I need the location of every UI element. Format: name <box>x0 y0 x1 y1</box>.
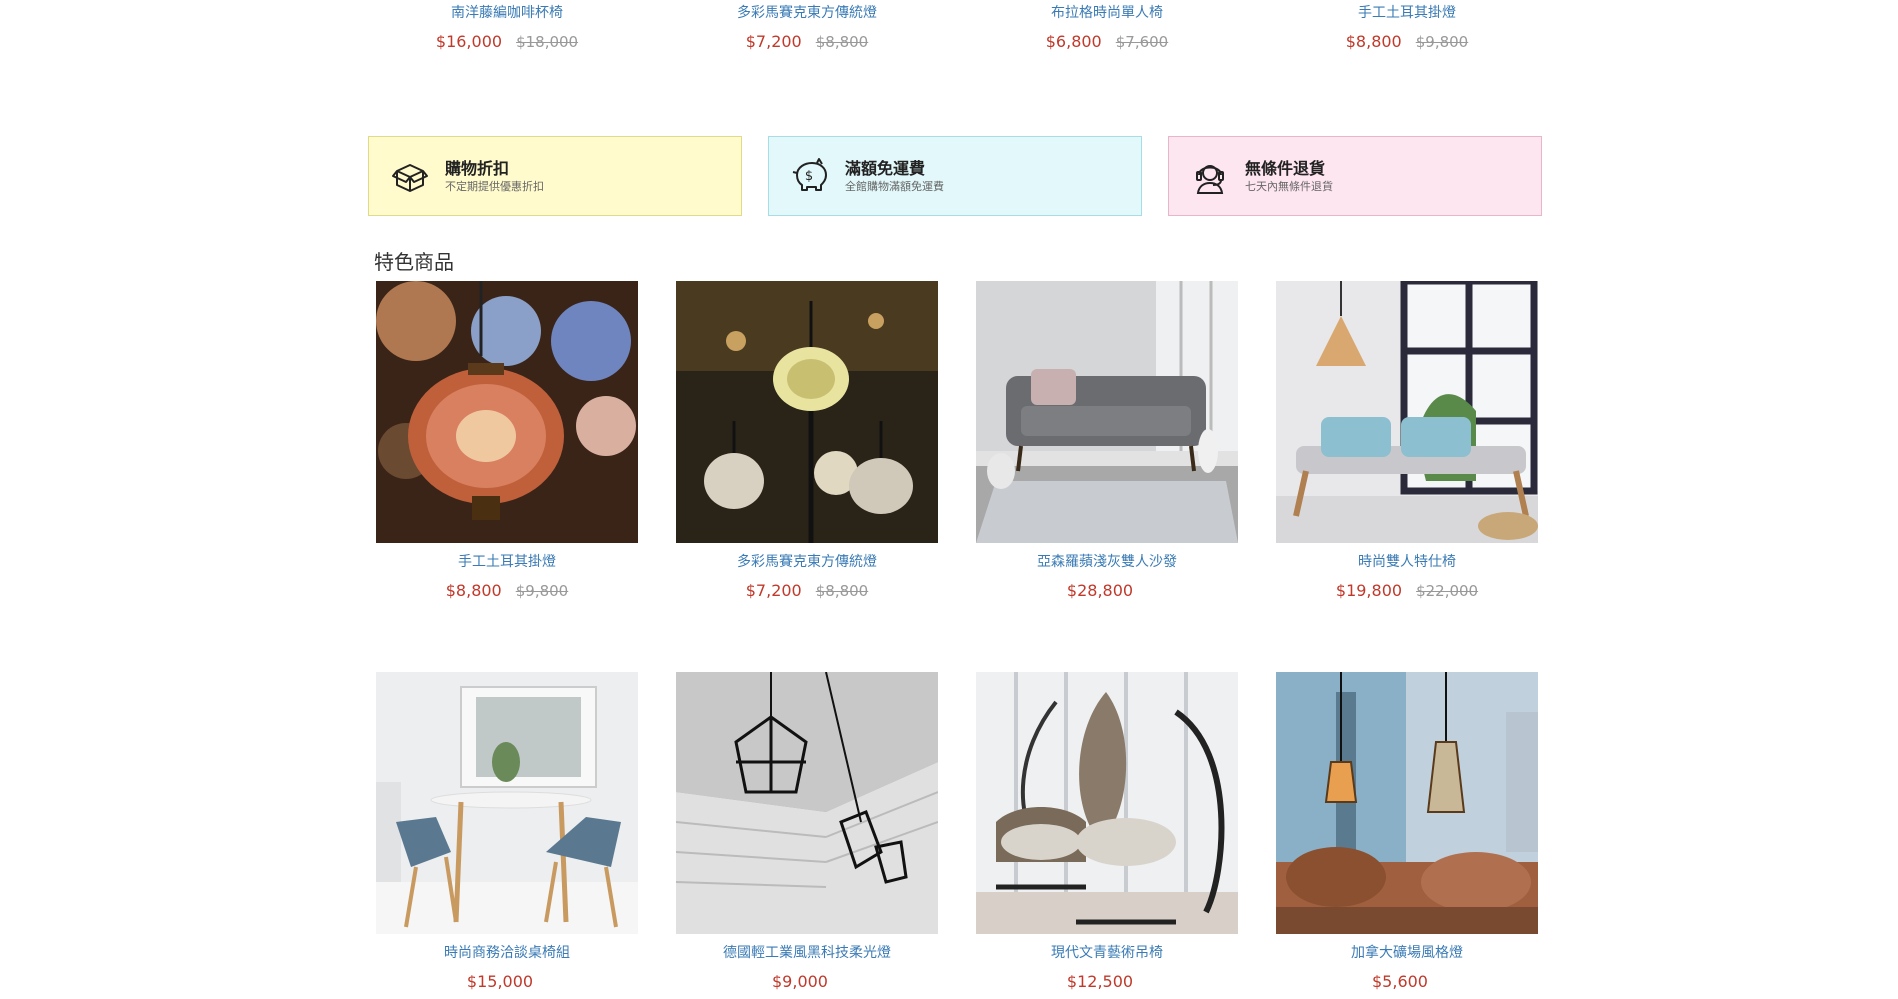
feature-subtitle: 不定期提供優惠折扣 <box>445 180 544 193</box>
headset-support-icon <box>1196 165 1224 194</box>
product-name[interactable]: 加拿大礦場風格燈 <box>1276 944 1538 962</box>
original-price: $7,600 <box>1115 33 1169 51</box>
product-card[interactable]: 手工土耳其掛燈 $8,800 $9,800 <box>1276 4 1538 52</box>
product-name[interactable]: 現代文青藝術吊椅 <box>976 944 1238 962</box>
product-card[interactable]: 南洋藤編咖啡杯椅 $16,000 $18,000 <box>376 4 638 52</box>
feature-discount: 購物折扣 不定期提供優惠折扣 <box>368 136 742 216</box>
feature-free-shipping: $ 滿額免運費 全館購物滿額免運費 <box>768 136 1142 216</box>
feature-returns: 無條件退貨 七天內無條件退貨 <box>1168 136 1542 216</box>
product-price: $7,200 $8,800 <box>676 581 938 601</box>
product-card[interactable]: 多彩馬賽克東方傳統燈 $7,200 $8,800 <box>676 281 938 601</box>
product-image[interactable] <box>376 672 638 934</box>
product-card[interactable]: 布拉格時尚單人椅 $6,800 $7,600 <box>976 4 1238 52</box>
product-price: $12,500 <box>976 972 1238 992</box>
sale-price: $19,800 <box>1335 581 1403 600</box>
piggy-bank-icon: $ <box>792 158 827 191</box>
sale-price: $15,000 <box>466 972 534 991</box>
product-price: $15,000 <box>376 972 638 992</box>
product-price: $8,800 $9,800 <box>376 581 638 601</box>
page: 南洋藤編咖啡杯椅 $16,000 $18,000 多彩馬賽克東方傳統燈 $7,20… <box>0 0 1898 999</box>
product-name[interactable]: 德國輕工業風黑科技柔光燈 <box>676 944 938 962</box>
feature-title: 無條件退貨 <box>1245 159 1326 178</box>
product-image[interactable] <box>976 672 1238 934</box>
original-price: $9,800 <box>515 582 569 600</box>
sale-price: $12,500 <box>1066 972 1134 991</box>
product-name[interactable]: 時尚雙人特仕椅 <box>1276 553 1538 571</box>
product-card[interactable]: 多彩馬賽克東方傳統燈 $7,200 $8,800 <box>676 4 938 52</box>
product-card[interactable]: 加拿大礦場風格燈 $5,600 <box>1276 672 1538 992</box>
sale-price: $16,000 <box>435 32 503 51</box>
product-image[interactable] <box>976 281 1238 543</box>
sale-price: $8,800 <box>445 581 502 600</box>
product-card[interactable]: 現代文青藝術吊椅 $12,500 <box>976 672 1238 992</box>
product-card[interactable]: 時尚商務洽談桌椅組 $15,000 <box>376 672 638 992</box>
product-image[interactable] <box>676 672 938 934</box>
sale-price: $7,200 <box>745 32 802 51</box>
product-price: $5,600 <box>1276 972 1538 992</box>
product-name[interactable]: 手工土耳其掛燈 <box>1276 4 1538 22</box>
product-name[interactable]: 南洋藤編咖啡杯椅 <box>376 4 638 22</box>
feature-title: 滿額免運費 <box>845 159 926 178</box>
product-name[interactable]: 時尚商務洽談桌椅組 <box>376 944 638 962</box>
feature-title: 購物折扣 <box>445 159 510 178</box>
product-image[interactable] <box>1276 281 1538 543</box>
original-price: $9,800 <box>1415 33 1469 51</box>
feature-subtitle: 全館購物滿額免運費 <box>845 180 944 193</box>
product-card[interactable]: 德國輕工業風黑科技柔光燈 $9,000 <box>676 672 938 992</box>
original-price: $8,800 <box>815 582 869 600</box>
sale-price: $7,200 <box>745 581 802 600</box>
product-card[interactable]: 亞森羅蘋淺灰雙人沙發 $28,800 <box>976 281 1238 601</box>
product-name[interactable]: 手工土耳其掛燈 <box>376 553 638 571</box>
product-price: $19,800 $22,000 <box>1276 581 1538 601</box>
sale-price: $6,800 <box>1045 32 1102 51</box>
product-card[interactable]: 手工土耳其掛燈 $8,800 $9,800 <box>376 281 638 601</box>
product-image[interactable] <box>1276 672 1538 934</box>
product-name[interactable]: 亞森羅蘋淺灰雙人沙發 <box>976 553 1238 571</box>
product-price: $9,000 <box>676 972 938 992</box>
sale-price: $5,600 <box>1372 972 1428 991</box>
product-price: $8,800 $9,800 <box>1276 32 1538 52</box>
sale-price: $9,000 <box>772 972 828 991</box>
original-price: $18,000 <box>516 33 579 51</box>
section-title: 特色商品 <box>374 250 454 274</box>
product-name[interactable]: 多彩馬賽克東方傳統燈 <box>676 4 938 22</box>
feature-subtitle: 七天內無條件退貨 <box>1245 180 1333 193</box>
original-price: $22,000 <box>1416 582 1479 600</box>
product-price: $6,800 $7,600 <box>976 32 1238 52</box>
sale-price: $8,800 <box>1345 32 1402 51</box>
original-price: $8,800 <box>815 33 869 51</box>
product-image[interactable] <box>676 281 938 543</box>
product-name[interactable]: 布拉格時尚單人椅 <box>976 4 1238 22</box>
product-image[interactable] <box>376 281 638 543</box>
product-price: $7,200 $8,800 <box>676 32 938 52</box>
svg-text:$: $ <box>805 169 813 184</box>
product-price: $16,000 $18,000 <box>376 32 638 52</box>
sale-price: $28,800 <box>1066 581 1134 600</box>
product-name[interactable]: 多彩馬賽克東方傳統燈 <box>676 553 938 571</box>
product-card[interactable]: 時尚雙人特仕椅 $19,800 $22,000 <box>1276 281 1538 601</box>
product-price: $28,800 <box>976 581 1238 601</box>
box-icon <box>392 164 428 192</box>
